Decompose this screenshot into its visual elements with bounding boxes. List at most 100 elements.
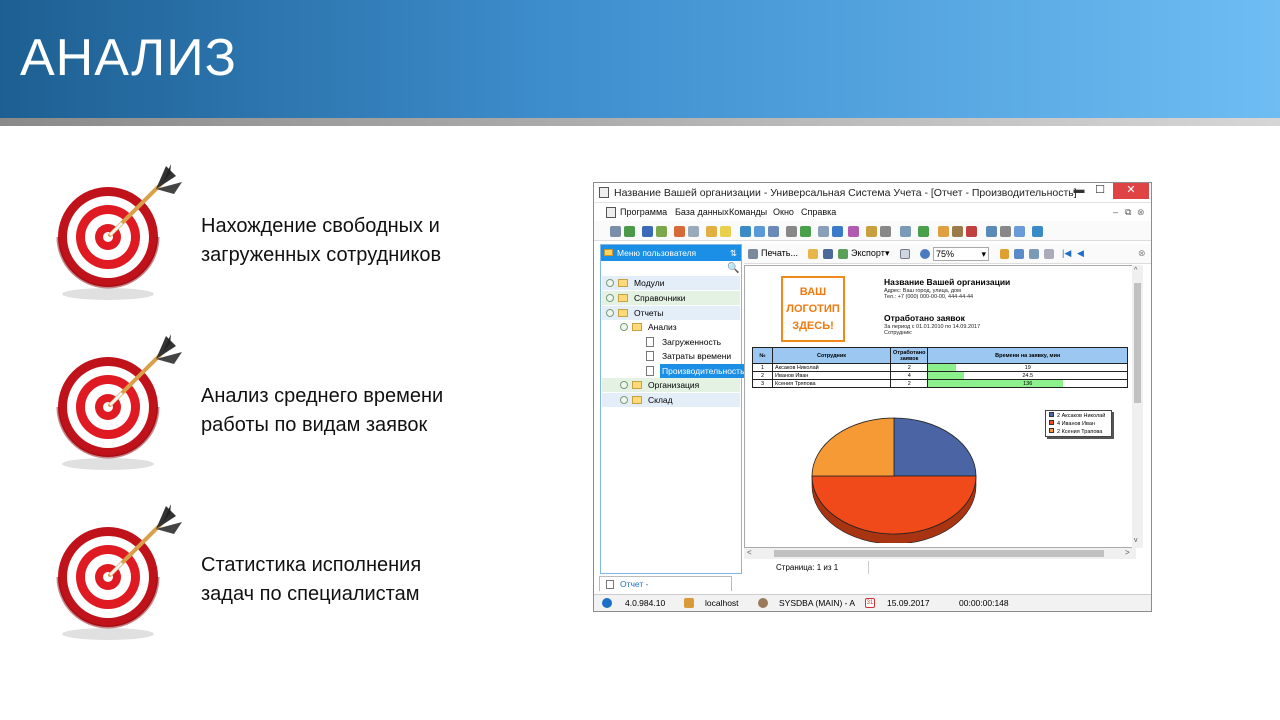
tree-item-label: Справочники [634, 293, 686, 303]
tree-item[interactable]: Модули [602, 276, 740, 290]
tab-report-performance[interactable]: Отчет - Производительность [599, 576, 732, 603]
collapse-icon[interactable] [606, 309, 614, 317]
tree-item[interactable]: Анализ [602, 320, 740, 334]
pie-slice [893, 417, 977, 477]
expand-icon[interactable] [606, 294, 614, 302]
status-bar: 4.0.984.10 localhost SYSDBA (MAIN) - A 3… [594, 594, 1151, 611]
tree-item[interactable]: Производительность [602, 364, 747, 378]
toolbar-icon[interactable] [720, 226, 731, 237]
expand-icon[interactable] [606, 279, 614, 287]
logo-line-1: ВАШ [799, 286, 827, 298]
table-row: 2 Иванов Иван 4 24.5 [752, 371, 1128, 380]
user-text: SYSDBA (MAIN) - A [779, 598, 856, 608]
tree-item[interactable]: Склад [602, 393, 740, 407]
toolbar-icon[interactable] [674, 226, 685, 237]
toolbar-icon[interactable] [656, 226, 667, 237]
toolbar-icon[interactable] [818, 226, 829, 237]
menu-help[interactable]: Справка [801, 207, 836, 217]
menu-commands[interactable]: Команды [729, 207, 767, 217]
toolbar-icon[interactable] [1032, 226, 1043, 237]
toolbar-icon[interactable] [610, 226, 621, 237]
save-icon[interactable] [823, 249, 833, 259]
toolbar-icon[interactable] [900, 226, 911, 237]
menu-database[interactable]: База данных [675, 207, 729, 217]
legend-item: 2 Ксения Трапова [1049, 428, 1108, 436]
scrollbar-thumb[interactable] [774, 550, 1104, 557]
export-button[interactable]: Экспорт [851, 248, 885, 258]
toolbar-icon[interactable] [938, 226, 949, 237]
expand-icon[interactable] [620, 381, 628, 389]
tree-item[interactable]: Отчеты [602, 306, 740, 320]
collapse-icon[interactable] [620, 323, 628, 331]
prev-page-icon[interactable]: ◀ [1077, 248, 1084, 259]
maximize-button[interactable]: ☐ [1091, 183, 1109, 199]
preview-icon[interactable] [900, 249, 910, 259]
tree-item[interactable]: Организация [602, 378, 740, 392]
logo-line-3: ЗДЕСЬ! [792, 320, 834, 332]
zoom-icon[interactable] [920, 249, 930, 259]
folder-icon [632, 323, 642, 331]
tree-item[interactable]: Затраты времени [602, 349, 740, 363]
mdi-close-icon[interactable]: ⊗ [1137, 207, 1145, 218]
mdi-restore-icon[interactable]: ⧉ [1125, 207, 1131, 218]
scroll-right-icon[interactable]: > [1125, 548, 1130, 557]
toolbar-icon[interactable] [754, 226, 765, 237]
tree-item-label: Затраты времени [662, 351, 732, 361]
find-icon[interactable] [1000, 249, 1009, 259]
toolbar-icon[interactable] [880, 226, 891, 237]
legend-item: 4 Иванов Иван [1049, 420, 1108, 428]
target-icon [56, 502, 184, 642]
toolbar-icon[interactable] [966, 226, 977, 237]
toolbar-icon[interactable] [768, 226, 779, 237]
app-window: Название Вашей организации - Универсальн… [593, 182, 1152, 612]
bullet-text-2: Анализ среднего времени работы по видам … [201, 382, 443, 440]
scroll-up-icon[interactable]: ^ [1134, 267, 1137, 274]
toolbar-icon[interactable] [1014, 226, 1025, 237]
expand-icon[interactable] [620, 396, 628, 404]
toolbar-icon[interactable] [688, 226, 699, 237]
scroll-left-icon[interactable]: < [747, 548, 752, 557]
table-cell: Аксаков Николай [772, 363, 891, 372]
toolbar-icon[interactable] [706, 226, 717, 237]
toolbar-icon[interactable] [642, 226, 653, 237]
open-icon[interactable] [808, 249, 818, 259]
legend-swatch [1049, 420, 1054, 425]
toolbar-icon[interactable] [1000, 226, 1011, 237]
tree-item-label: Склад [648, 395, 673, 405]
toolbar-icon[interactable] [986, 226, 997, 237]
table-cell: Иванов Иван [772, 371, 891, 380]
mdi-minimize-icon[interactable]: – [1113, 207, 1118, 217]
page-view-icon[interactable] [1014, 249, 1024, 259]
time-value: 136 [1023, 380, 1033, 387]
fit-icon[interactable] [1029, 249, 1039, 259]
close-button[interactable]: ✕ [1113, 183, 1149, 199]
toolbar-icon[interactable] [952, 226, 963, 237]
folder-icon [632, 381, 642, 389]
menu-window[interactable]: Окно [773, 207, 794, 217]
menu-program[interactable]: Программа [620, 207, 667, 217]
zoom-select[interactable]: 75% ▾ [933, 247, 989, 261]
first-page-icon[interactable]: |◀ [1062, 248, 1071, 259]
toolbar-icon[interactable] [786, 226, 797, 237]
toolbar-icon[interactable] [918, 226, 929, 237]
edit-icon[interactable] [1044, 249, 1054, 259]
legend-item: 2 Аксаков Николай [1049, 412, 1108, 420]
toolbar-icon[interactable] [624, 226, 635, 237]
print-button[interactable]: Печать... [761, 248, 798, 258]
minimize-button[interactable]: ▬ [1070, 183, 1088, 199]
toolbar-icon[interactable] [848, 226, 859, 237]
tree-item-label: Производительность [660, 364, 747, 378]
toolbar-icon[interactable] [832, 226, 843, 237]
table-row: 1 Аксаков Николай 2 19 [752, 363, 1128, 372]
toolbar-icon[interactable] [866, 226, 877, 237]
toolbar-icon[interactable] [740, 226, 751, 237]
tree-item[interactable]: Справочники [602, 291, 740, 305]
toolbar-icon[interactable] [800, 226, 811, 237]
time-value: 19 [1024, 364, 1031, 371]
close-report-icon[interactable]: ⊗ [1138, 248, 1146, 259]
scroll-down-icon[interactable]: v [1134, 537, 1138, 544]
scrollbar-thumb[interactable] [1134, 283, 1141, 403]
menu-bar: Программа База данных Команды Окно Справ… [594, 204, 1151, 221]
export-dropdown-icon[interactable]: ▾ [885, 248, 890, 259]
tree-item[interactable]: Загруженность [602, 335, 740, 349]
